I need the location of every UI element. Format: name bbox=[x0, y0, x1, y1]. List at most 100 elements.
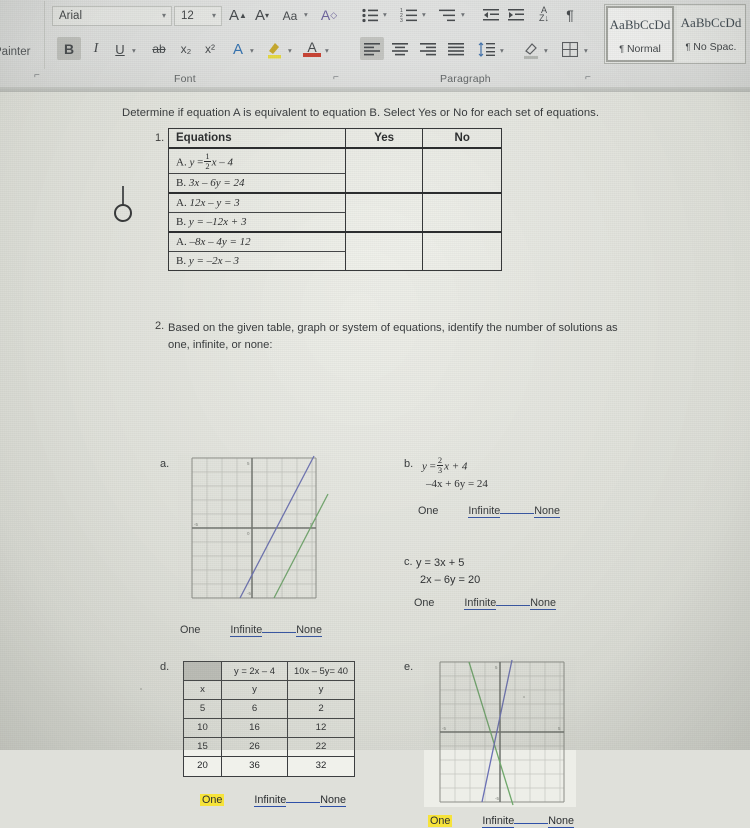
clear-formatting-icon[interactable]: A ◇ bbox=[318, 4, 340, 26]
paper-speck bbox=[140, 688, 142, 690]
bullets-icon[interactable] bbox=[362, 8, 379, 23]
chevron-down-icon[interactable]: ▾ bbox=[132, 46, 136, 55]
subscript-button[interactable]: x₂ bbox=[176, 38, 196, 60]
part-b-answer-row[interactable]: One Infinite None bbox=[418, 505, 561, 518]
show-formatting-marks-icon[interactable]: ¶ bbox=[562, 4, 578, 26]
paragraph-dialog-launcher-icon[interactable]: ⌐ bbox=[585, 72, 591, 83]
chevron-down-icon[interactable]: ▾ bbox=[162, 11, 166, 20]
answer-blank[interactable] bbox=[514, 823, 549, 824]
shrink-font-icon[interactable]: A ▾ bbox=[252, 4, 272, 26]
yes-cell[interactable] bbox=[346, 251, 424, 271]
chevron-down-icon[interactable]: ▾ bbox=[584, 46, 588, 55]
equation-b-1: B. 3x – 6y = 24 bbox=[169, 173, 346, 193]
yes-cell[interactable] bbox=[346, 194, 424, 213]
answer-none[interactable]: None bbox=[296, 624, 323, 637]
part-a-answer-row[interactable]: One Infinite None bbox=[180, 624, 323, 637]
no-cell[interactable] bbox=[423, 149, 501, 173]
answer-infinite[interactable]: Infinite bbox=[482, 815, 515, 828]
chevron-down-icon[interactable]: ▾ bbox=[422, 10, 426, 19]
style-sample: AaBbCcDd bbox=[680, 15, 742, 30]
answer-blank[interactable] bbox=[496, 605, 531, 606]
font-size-value: 12 bbox=[181, 9, 194, 22]
numbering-icon[interactable]: 1 2 3 bbox=[400, 8, 418, 23]
chevron-down-icon[interactable]: ▾ bbox=[461, 10, 465, 19]
answer-infinite[interactable]: Infinite bbox=[230, 624, 263, 637]
cell-x: 10 bbox=[184, 719, 222, 738]
shading-icon[interactable] bbox=[522, 41, 540, 59]
part-c-answer-row[interactable]: One Infinite None bbox=[414, 597, 557, 610]
cell-y1: 6 bbox=[222, 700, 288, 719]
answer-infinite[interactable]: Infinite bbox=[464, 597, 497, 610]
font-name-combobox[interactable]: Arial ▾ bbox=[52, 6, 172, 26]
svg-text:-5: -5 bbox=[194, 522, 198, 527]
bold-button[interactable]: B bbox=[57, 38, 81, 60]
answer-one[interactable]: One bbox=[200, 794, 225, 806]
answer-one[interactable]: One bbox=[180, 624, 200, 636]
cell-y2: 12 bbox=[288, 719, 354, 738]
chevron-down-icon[interactable]: ▾ bbox=[500, 46, 504, 55]
grow-font-icon[interactable]: A ▲ bbox=[228, 4, 248, 26]
yes-cell[interactable] bbox=[346, 149, 424, 174]
subheader-x: x bbox=[184, 681, 222, 700]
chevron-down-icon[interactable]: ▾ bbox=[212, 11, 216, 20]
part-e-answer-row[interactable]: One Infinite None bbox=[428, 815, 575, 828]
answer-none[interactable]: None bbox=[320, 794, 347, 807]
chevron-down-icon[interactable]: ▾ bbox=[544, 46, 548, 55]
answer-none[interactable]: None bbox=[534, 505, 561, 518]
align-center-icon[interactable] bbox=[392, 43, 408, 56]
font-size-combobox[interactable]: 12 ▾ bbox=[174, 6, 222, 26]
answer-blank[interactable] bbox=[286, 802, 321, 803]
part-d-answer-row[interactable]: One Infinite None bbox=[200, 794, 347, 807]
eq-label: A. bbox=[176, 236, 187, 249]
answer-one[interactable]: One bbox=[418, 505, 438, 517]
style-no-spacing[interactable]: AaBbCcDd ¶ No Spac. bbox=[677, 6, 745, 62]
no-cell[interactable] bbox=[423, 251, 501, 270]
italic-button[interactable]: I bbox=[86, 38, 106, 60]
answer-infinite[interactable]: Infinite bbox=[468, 505, 501, 518]
yes-cell[interactable] bbox=[346, 233, 424, 252]
chevron-down-icon[interactable]: ▾ bbox=[325, 46, 329, 55]
answer-one[interactable]: One bbox=[428, 815, 453, 827]
font-dialog-launcher-icon[interactable]: ⌐ bbox=[333, 72, 339, 83]
increase-indent-icon[interactable] bbox=[508, 8, 524, 22]
justify-icon[interactable] bbox=[448, 43, 464, 56]
answer-blank[interactable] bbox=[500, 513, 535, 514]
answer-none[interactable]: None bbox=[548, 815, 575, 828]
chevron-down-icon[interactable]: ▾ bbox=[288, 46, 292, 55]
no-cell[interactable] bbox=[423, 212, 501, 231]
style-sample: AaBbCcDd bbox=[609, 17, 671, 32]
strikethrough-button[interactable]: ab bbox=[148, 38, 170, 60]
align-left-icon[interactable] bbox=[364, 43, 380, 56]
line-spacing-icon[interactable] bbox=[478, 42, 496, 57]
eq-lhs: y bbox=[422, 460, 427, 473]
table-row: A. y = 1 2 x – 4 bbox=[169, 147, 501, 174]
text-highlight-color-icon[interactable] bbox=[266, 40, 284, 60]
answer-none[interactable]: None bbox=[530, 597, 557, 610]
answer-one[interactable]: One bbox=[414, 597, 434, 609]
no-cell[interactable] bbox=[423, 233, 501, 251]
chevron-down-icon[interactable]: ▾ bbox=[304, 10, 308, 19]
cell-y1: 16 bbox=[222, 719, 288, 738]
yes-cell[interactable] bbox=[346, 212, 424, 232]
sort-button[interactable]: A Z↓ bbox=[534, 3, 554, 25]
yes-cell[interactable] bbox=[346, 173, 424, 193]
header-no: No bbox=[454, 132, 470, 144]
chevron-down-icon[interactable]: ▾ bbox=[250, 46, 254, 55]
cell-y2: 32 bbox=[315, 760, 327, 771]
multilevel-list-icon[interactable] bbox=[439, 8, 457, 23]
answer-blank[interactable] bbox=[262, 632, 297, 633]
align-right-icon[interactable] bbox=[420, 43, 436, 56]
no-cell[interactable] bbox=[423, 173, 501, 192]
decrease-indent-icon[interactable] bbox=[483, 8, 499, 22]
equation-a-1: A. y = 1 2 x – 4 bbox=[169, 149, 346, 174]
underline-button[interactable]: U bbox=[110, 38, 130, 60]
style-name-row: ¶ Normal bbox=[608, 43, 672, 55]
borders-icon[interactable] bbox=[562, 42, 578, 57]
superscript-button[interactable]: x² bbox=[200, 38, 220, 60]
chevron-down-icon[interactable]: ▾ bbox=[383, 10, 387, 19]
change-case-button[interactable]: Aa bbox=[278, 5, 302, 27]
text-effects-button[interactable]: A bbox=[228, 38, 248, 60]
answer-infinite[interactable]: Infinite bbox=[254, 794, 287, 807]
style-normal[interactable]: AaBbCcDd ¶ Normal bbox=[606, 6, 674, 62]
no-cell[interactable] bbox=[423, 194, 501, 212]
